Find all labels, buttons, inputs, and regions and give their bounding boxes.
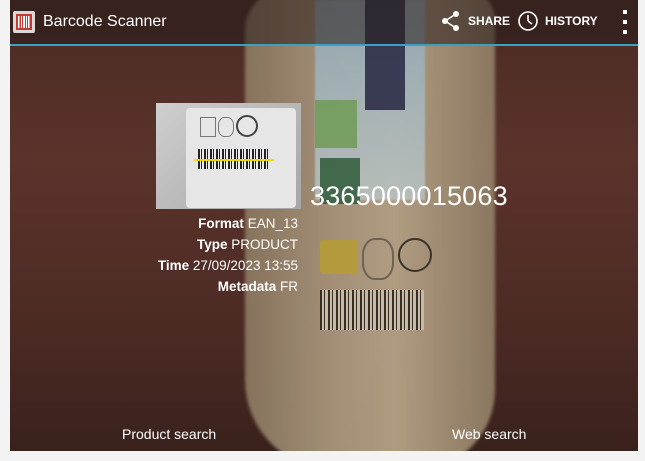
history-label: HISTORY [545, 14, 598, 28]
product-search-button[interactable]: Product search [122, 426, 216, 442]
time-key: Time [157, 258, 190, 273]
type-row: Type PRODUCT [197, 237, 298, 252]
time-row: Time 27/09/2023 13:55 [158, 258, 298, 273]
format-value: EAN_13 [247, 216, 298, 231]
time-value: 27/09/2023 13:55 [192, 258, 298, 273]
action-bar: Barcode Scanner SHARE HISTORY [10, 0, 638, 46]
metadata-row: Metadata FR [218, 279, 298, 294]
metadata-key: Metadata [217, 279, 277, 294]
scan-thumbnail [156, 103, 301, 209]
background-barcode [320, 290, 424, 330]
background-icons [320, 238, 432, 282]
barcode-app-icon[interactable] [13, 11, 35, 33]
type-value: PRODUCT [231, 237, 298, 252]
camera-preview: Barcode Scanner SHARE HISTORY 3365000015… [10, 0, 638, 451]
share-button[interactable]: SHARE [440, 10, 510, 32]
share-label: SHARE [468, 14, 511, 28]
web-search-button[interactable]: Web search [452, 426, 526, 442]
share-icon [440, 10, 462, 32]
overflow-menu-icon[interactable] [618, 10, 632, 34]
app-title: Barcode Scanner [43, 13, 167, 30]
type-key: Type [196, 237, 228, 252]
metadata-value: FR [280, 279, 298, 294]
background-patch [315, 100, 357, 148]
format-row: Format EAN_13 [198, 216, 298, 231]
history-button[interactable]: HISTORY [517, 10, 598, 32]
format-key: Format [198, 216, 244, 231]
decoded-barcode-value: 3365000015063 [310, 181, 508, 211]
history-icon [517, 10, 539, 32]
